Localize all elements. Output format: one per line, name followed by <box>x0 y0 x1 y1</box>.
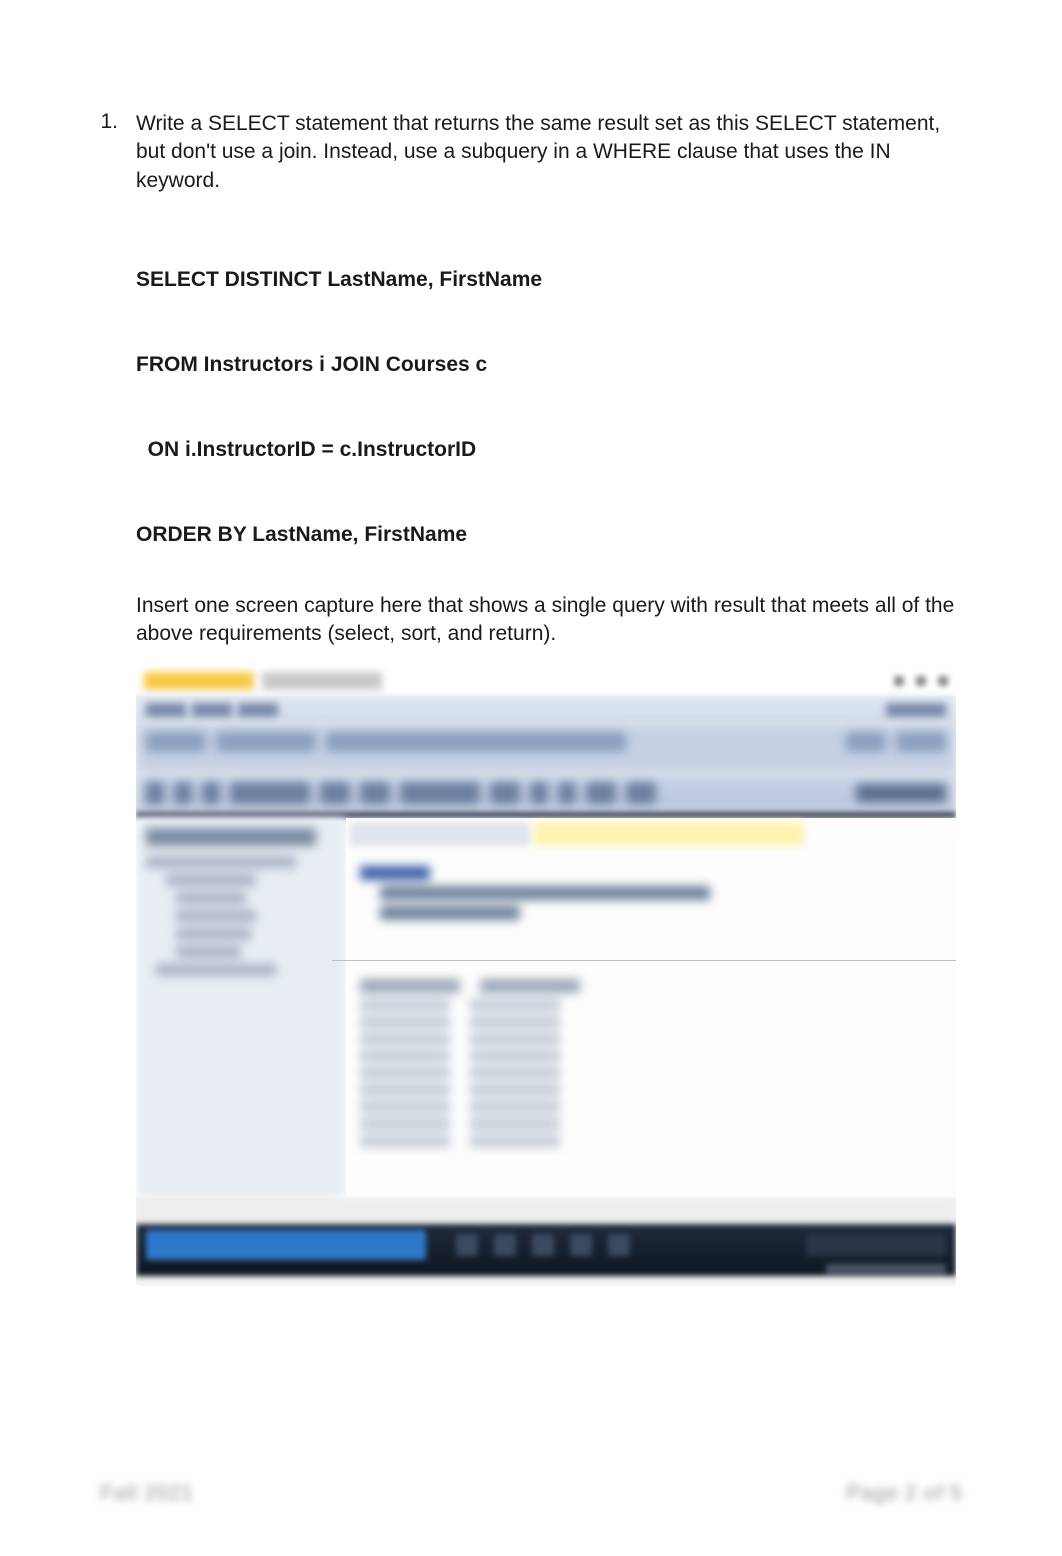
results-grid <box>346 971 956 1160</box>
taskbar-icons <box>456 1234 630 1256</box>
window-titlebar <box>136 666 956 696</box>
status-bar <box>136 1198 956 1224</box>
results-header <box>360 979 942 993</box>
question-number: 1. <box>100 110 118 195</box>
sql-code-block: SELECT DISTINCT LastName, FirstName FROM… <box>136 209 962 577</box>
question-text: Write a SELECT statement that returns th… <box>136 110 962 195</box>
results-row <box>360 999 942 1011</box>
footer-right: Page 2 of 5 <box>846 1480 962 1506</box>
results-row <box>360 1135 942 1147</box>
query-editor <box>346 846 956 940</box>
code-line-3: ON i.InstructorID = c.InstructorID <box>136 436 962 464</box>
clock-region <box>826 1264 946 1274</box>
results-row <box>360 1084 942 1096</box>
object-explorer <box>136 818 346 1198</box>
toolbar <box>136 774 956 812</box>
results-row <box>360 1101 942 1113</box>
screenshot-placeholder <box>136 666 956 1286</box>
window-title-region <box>262 672 382 690</box>
code-line-4: ORDER BY LastName, FirstName <box>136 521 962 549</box>
results-row <box>360 1016 942 1028</box>
code-line-1: SELECT DISTINCT LastName, FirstName <box>136 266 962 294</box>
query-pane <box>346 818 956 1198</box>
taskbar <box>136 1224 956 1276</box>
results-row <box>360 1118 942 1130</box>
footer-left: Fall 2021 <box>100 1480 193 1506</box>
results-row <box>360 1050 942 1062</box>
code-line-2: FROM Instructors i JOIN Courses c <box>136 351 962 379</box>
tab-active <box>534 822 804 846</box>
tab-inactive <box>350 822 530 846</box>
editor-body <box>136 818 956 1198</box>
instruction-text: Insert one screen capture here that show… <box>136 592 962 649</box>
menu-bar <box>136 696 956 724</box>
ribbon-bar <box>136 724 956 774</box>
app-icon-region <box>144 672 254 690</box>
tab-bar <box>346 818 956 846</box>
results-row <box>360 1067 942 1079</box>
window-buttons <box>894 676 948 686</box>
page-footer: Fall 2021 Page 2 of 5 <box>100 1480 962 1506</box>
question-block: 1. Write a SELECT statement that returns… <box>100 110 962 195</box>
splitter <box>332 960 956 961</box>
system-tray <box>806 1234 946 1256</box>
results-row <box>360 1033 942 1045</box>
taskbar-active-app <box>146 1230 426 1260</box>
